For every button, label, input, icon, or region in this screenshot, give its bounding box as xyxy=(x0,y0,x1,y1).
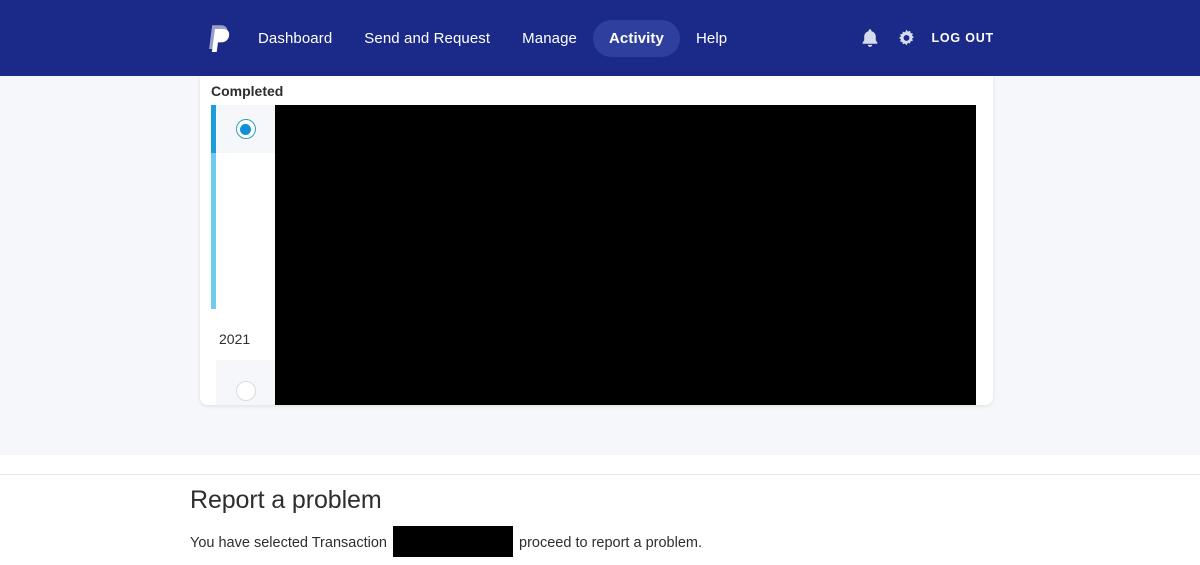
transaction-details-redacted xyxy=(275,105,976,153)
transaction-radio-selected[interactable] xyxy=(235,119,256,139)
transaction-radio-cell[interactable] xyxy=(216,360,275,405)
description-suffix-text: proceed to report a problem. xyxy=(519,535,702,551)
nav-right-cluster: LOG OUT xyxy=(853,0,1200,76)
report-banner-description: You have selected Transaction proceed to… xyxy=(190,526,702,557)
transaction-details-redacted-body xyxy=(275,153,976,360)
gear-icon xyxy=(899,29,914,45)
completed-section-heading: Completed xyxy=(211,83,284,99)
logout-button[interactable]: LOG OUT xyxy=(931,31,994,45)
activity-card: Completed 2021 xyxy=(200,76,993,405)
timeline-rail-inactive xyxy=(211,153,216,309)
nav-link-send-and-request[interactable]: Send and Request xyxy=(348,20,506,57)
content-spacer xyxy=(0,455,1200,474)
nav-link-activity[interactable]: Activity xyxy=(592,19,680,57)
radio-inner-dot xyxy=(240,123,251,135)
notifications-button[interactable] xyxy=(853,21,887,55)
report-banner-title: Report a problem xyxy=(190,486,382,514)
nav-link-manage[interactable]: Manage xyxy=(506,20,593,57)
transaction-timeline-list: 2021 xyxy=(200,105,993,405)
settings-button[interactable] xyxy=(889,21,923,55)
description-prefix-text: You have selected Transaction xyxy=(190,535,387,551)
paypal-logo[interactable] xyxy=(206,23,232,55)
transaction-id-redacted xyxy=(393,526,513,557)
nav-link-help[interactable]: Help xyxy=(680,20,743,57)
primary-nav-links: Dashboard Send and Request Manage Activi… xyxy=(258,0,743,76)
transaction-details-redacted xyxy=(275,360,976,405)
transaction-row-unselected[interactable] xyxy=(216,360,993,405)
transaction-radio-cell[interactable] xyxy=(216,105,275,153)
transaction-radio-unselected[interactable] xyxy=(235,381,256,401)
nav-link-dashboard[interactable]: Dashboard xyxy=(258,20,348,57)
transaction-row-selected[interactable] xyxy=(216,105,993,153)
top-navigation-bar: Dashboard Send and Request Manage Activi… xyxy=(0,0,1200,76)
bell-icon xyxy=(862,29,878,47)
report-a-problem-banner: Report a problem You have selected Trans… xyxy=(0,475,1200,565)
timeline-year-label: 2021 xyxy=(219,331,251,347)
